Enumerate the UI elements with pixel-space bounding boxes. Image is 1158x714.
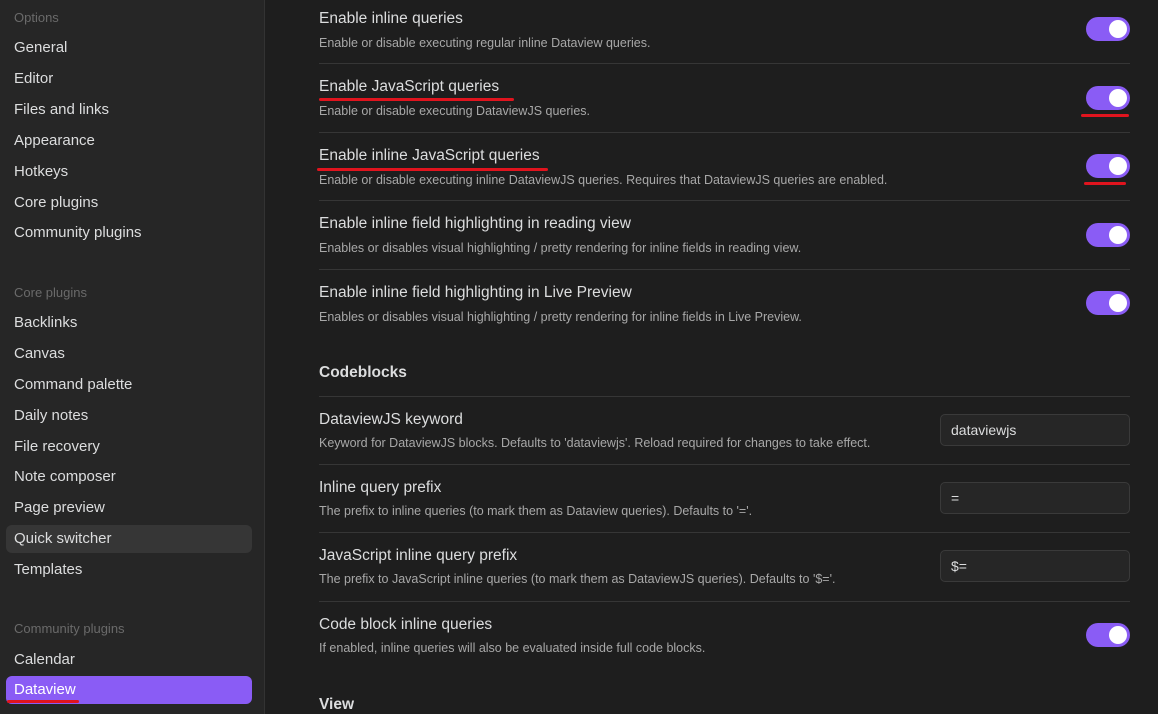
divider	[319, 132, 1130, 133]
inline-query-prefix-input[interactable]: =	[940, 482, 1130, 514]
toggle-knob	[1109, 226, 1127, 244]
toggle-enable-javascript-queries[interactable]	[1086, 86, 1130, 110]
annotation-underline	[1081, 114, 1129, 117]
sidebar-heading-options: Options	[14, 10, 59, 25]
setting-enable-inline-javascript-queries: Enable inline JavaScript queries Enable …	[319, 147, 1130, 197]
annotation-underline	[7, 700, 79, 703]
sidebar-item-page-preview[interactable]: Page preview	[6, 494, 252, 522]
sidebar-item-backlinks[interactable]: Backlinks	[6, 309, 252, 337]
divider	[319, 532, 1130, 533]
sidebar-item-core-plugins[interactable]: Core plugins	[6, 189, 252, 217]
setting-inline-field-highlighting-reading: Enable inline field highlighting in read…	[319, 215, 1130, 265]
toggle-inline-field-highlighting-reading[interactable]	[1086, 223, 1130, 247]
setting-inline-field-highlighting-live-preview: Enable inline field highlighting in Live…	[319, 284, 1130, 334]
divider	[319, 63, 1130, 64]
divider	[319, 269, 1130, 270]
setting-name: Enable inline JavaScript queries	[319, 147, 540, 164]
annotation-underline	[1084, 182, 1126, 185]
annotation-underline	[319, 98, 514, 101]
divider	[319, 464, 1130, 465]
setting-description: Enable or disable executing regular inli…	[319, 36, 651, 50]
sidebar-item-templates[interactable]: Templates	[6, 556, 252, 584]
annotation-underline	[317, 168, 548, 171]
section-title-view: View	[319, 696, 355, 713]
setting-name: JavaScript inline query prefix	[319, 547, 518, 564]
settings-sidebar: Options General Editor Files and links A…	[0, 0, 265, 714]
setting-description: The prefix to JavaScript inline queries …	[319, 572, 836, 586]
setting-description: Enable or disable executing inline Datav…	[319, 173, 888, 187]
setting-description: Keyword for DataviewJS blocks. Defaults …	[319, 436, 871, 450]
divider	[319, 396, 1130, 397]
divider	[319, 200, 1130, 201]
toggle-inline-field-highlighting-live-preview[interactable]	[1086, 291, 1130, 315]
sidebar-item-canvas[interactable]: Canvas	[6, 340, 252, 368]
sidebar-item-hotkeys[interactable]: Hotkeys	[6, 158, 252, 186]
setting-name: Enable inline queries	[319, 10, 463, 27]
sidebar-heading-core-plugins: Core plugins	[14, 285, 87, 300]
sidebar-item-note-composer[interactable]: Note composer	[6, 463, 252, 491]
toggle-knob	[1109, 89, 1127, 107]
sidebar-item-command-palette[interactable]: Command palette	[6, 371, 252, 399]
sidebar-heading-community-plugins: Community plugins	[14, 621, 125, 636]
dataviewjs-keyword-input[interactable]: dataviewjs	[940, 414, 1130, 446]
setting-enable-inline-queries: Enable inline queries Enable or disable …	[319, 10, 1130, 60]
setting-code-block-inline-queries: Code block inline queries If enabled, in…	[319, 616, 1130, 666]
setting-description: The prefix to inline queries (to mark th…	[319, 504, 753, 518]
toggle-knob	[1109, 294, 1127, 312]
setting-description: Enables or disables visual highlighting …	[319, 241, 802, 255]
toggle-code-block-inline-queries[interactable]	[1086, 623, 1130, 647]
sidebar-item-community-plugins[interactable]: Community plugins	[6, 219, 252, 247]
sidebar-item-appearance[interactable]: Appearance	[6, 127, 252, 155]
sidebar-item-general[interactable]: General	[6, 34, 252, 62]
settings-window: Options General Editor Files and links A…	[0, 0, 1158, 714]
toggle-enable-inline-javascript-queries[interactable]	[1086, 154, 1130, 178]
setting-enable-javascript-queries: Enable JavaScript queries Enable or disa…	[319, 78, 1130, 128]
sidebar-item-quick-switcher[interactable]: Quick switcher	[6, 525, 252, 553]
toggle-knob	[1109, 157, 1127, 175]
setting-name: DataviewJS keyword	[319, 411, 463, 428]
sidebar-item-daily-notes[interactable]: Daily notes	[6, 402, 252, 430]
divider	[319, 601, 1130, 602]
sidebar-item-calendar[interactable]: Calendar	[6, 646, 252, 674]
setting-description: Enables or disables visual highlighting …	[319, 310, 802, 324]
section-title-codeblocks: Codeblocks	[319, 364, 407, 381]
settings-content: Enable inline queries Enable or disable …	[266, 0, 1158, 714]
javascript-inline-query-prefix-input[interactable]: $=	[940, 550, 1130, 582]
setting-description: Enable or disable executing DataviewJS q…	[319, 104, 590, 118]
toggle-knob	[1109, 20, 1127, 38]
setting-description: If enabled, inline queries will also be …	[319, 641, 706, 655]
sidebar-item-file-recovery[interactable]: File recovery	[6, 433, 252, 461]
setting-name: Enable JavaScript queries	[319, 78, 500, 95]
setting-name: Enable inline field highlighting in Live…	[319, 284, 632, 301]
setting-name: Inline query prefix	[319, 479, 442, 496]
setting-name: Enable inline field highlighting in read…	[319, 215, 631, 232]
toggle-knob	[1109, 626, 1127, 644]
toggle-enable-inline-queries[interactable]	[1086, 17, 1130, 41]
setting-name: Code block inline queries	[319, 616, 493, 633]
sidebar-item-editor[interactable]: Editor	[6, 65, 252, 93]
sidebar-item-files-and-links[interactable]: Files and links	[6, 96, 252, 124]
